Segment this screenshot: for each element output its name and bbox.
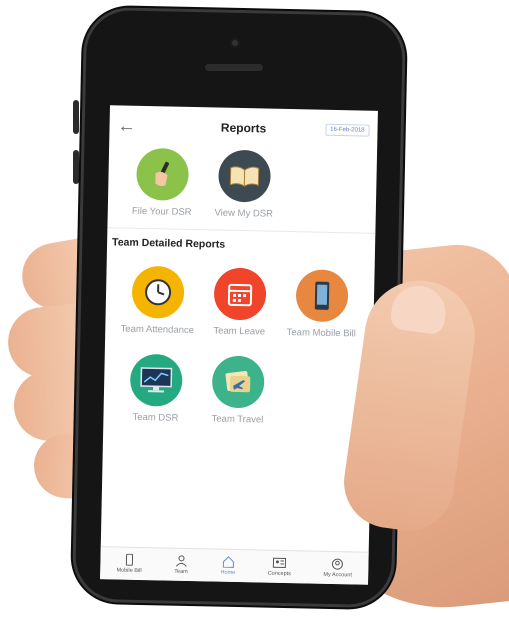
file-dsr-tile[interactable]: File Your DSR <box>122 148 203 219</box>
tile-label: Team Mobile Bill <box>287 327 356 339</box>
volume-button <box>73 100 79 134</box>
team-dsr-tile[interactable]: Team DSR <box>115 353 196 424</box>
tile-label: Team Attendance <box>120 324 194 337</box>
tile-label: Team DSR <box>132 412 178 424</box>
nav-label: Home <box>220 570 235 576</box>
open-book-icon <box>218 150 271 203</box>
app-screen: ← Reports 16-Feb-2018 File Your DSR View… <box>100 105 378 585</box>
nav-concepts[interactable]: Concepts <box>268 557 292 577</box>
bottom-nav: Mobile Bill Team Home Concepts <box>100 546 369 585</box>
nav-home[interactable]: Home <box>220 556 235 576</box>
contacts-icon <box>272 557 286 569</box>
earpiece <box>205 64 263 71</box>
nav-label: Team <box>174 569 188 575</box>
page-title: Reports <box>221 121 267 136</box>
pen-hand-icon <box>136 148 189 201</box>
nav-my-account[interactable]: My Account <box>323 558 352 579</box>
tile-label: Team Leave <box>213 325 265 337</box>
home-icon <box>221 556 235 568</box>
team-travel-tile[interactable]: Team Travel <box>197 355 278 426</box>
date-badge: 16-Feb-2018 <box>325 124 370 137</box>
tile-label: Team Travel <box>211 413 263 425</box>
team-mobile-bill-tile[interactable]: Team Mobile Bill <box>281 269 362 340</box>
nav-mobile-bill[interactable]: Mobile Bill <box>116 553 141 574</box>
mobile-phone-icon <box>296 269 349 322</box>
section-title: Team Detailed Reports <box>112 236 225 250</box>
account-icon <box>331 558 345 570</box>
calendar-icon <box>214 267 267 320</box>
person-icon <box>174 555 188 567</box>
tile-label: File Your DSR <box>132 206 192 218</box>
clock-icon <box>132 266 185 319</box>
phone-icon <box>122 554 136 566</box>
back-arrow-icon[interactable]: ← <box>117 115 135 136</box>
front-camera <box>230 38 240 48</box>
view-dsr-tile[interactable]: View My DSR <box>204 149 285 220</box>
monitor-chart-icon <box>130 354 183 407</box>
team-attendance-tile[interactable]: Team Attendance <box>117 265 198 336</box>
app-header: ← Reports 16-Feb-2018 <box>109 105 378 151</box>
team-leave-tile[interactable]: Team Leave <box>199 267 280 338</box>
divider <box>107 227 375 234</box>
nav-label: My Account <box>323 572 352 579</box>
nav-label: Concepts <box>268 571 291 577</box>
nav-team[interactable]: Team <box>174 555 188 575</box>
nav-label: Mobile Bill <box>116 567 141 574</box>
tile-label: View My DSR <box>214 207 273 219</box>
volume-button <box>73 150 79 184</box>
airplane-ticket-icon <box>212 355 265 408</box>
